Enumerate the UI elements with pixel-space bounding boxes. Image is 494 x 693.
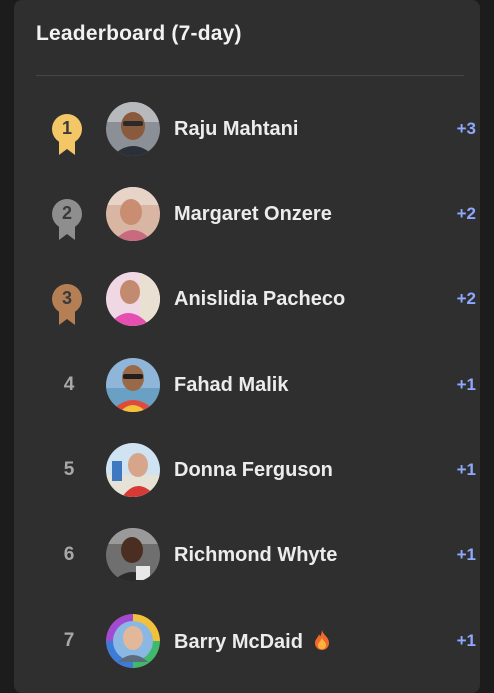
user-name[interactable]: Anislidia Pacheco — [174, 288, 345, 311]
header-divider — [36, 75, 464, 76]
leaderboard-row[interactable]: 6 Richmond Whyte +1 — [28, 526, 480, 586]
score: +3 — [456, 119, 476, 138]
avatar[interactable] — [106, 614, 160, 668]
gold-medal-icon: 1 — [50, 113, 84, 155]
rank-number: 3 — [61, 288, 72, 308]
rank-number: 4 — [63, 374, 75, 395]
score: +2 — [456, 204, 476, 223]
user-name[interactable]: Donna Ferguson — [174, 459, 333, 482]
rank-number: 2 — [61, 203, 72, 223]
user-name[interactable]: Margaret Onzere — [174, 203, 332, 226]
user-name[interactable]: Barry McDaid — [174, 630, 331, 656]
score: +1 — [456, 545, 476, 564]
bronze-medal-icon: 3 — [50, 283, 84, 325]
user-name[interactable]: Richmond Whyte — [174, 544, 337, 567]
leaderboard-row[interactable]: 4 Fahad Malik +1 — [28, 356, 480, 416]
leaderboard-panel: Leaderboard (7-day) 1 Raju Mahtani +3 2 … — [14, 0, 480, 693]
leaderboard-row[interactable]: 2 Margaret Onzere +2 — [28, 185, 480, 245]
rank-number: 6 — [63, 544, 75, 565]
silver-medal-icon: 2 — [50, 198, 84, 240]
user-name-text: Barry McDaid — [174, 631, 303, 653]
leaderboard-row[interactable]: 5 Donna Ferguson +1 — [28, 441, 480, 501]
leaderboard-title: Leaderboard (7-day) — [36, 22, 242, 45]
leaderboard-row[interactable]: 3 Anislidia Pacheco +2 — [28, 270, 480, 330]
leaderboard-row[interactable]: 7 Barry McDaid +1 — [28, 612, 480, 672]
avatar[interactable] — [106, 187, 160, 241]
leaderboard-row[interactable]: 1 Raju Mahtani +3 — [28, 100, 480, 160]
avatar[interactable] — [106, 272, 160, 326]
score: +2 — [456, 289, 476, 308]
score: +1 — [456, 375, 476, 394]
score: +1 — [456, 460, 476, 479]
avatar[interactable] — [106, 102, 160, 156]
user-name[interactable]: Fahad Malik — [174, 374, 288, 397]
user-name[interactable]: Raju Mahtani — [174, 118, 298, 141]
avatar[interactable] — [106, 528, 160, 582]
rank-number: 5 — [63, 459, 75, 480]
rank-number: 7 — [63, 630, 75, 651]
score: +1 — [456, 631, 476, 650]
rank-number: 1 — [61, 118, 72, 138]
avatar[interactable] — [106, 443, 160, 497]
fire-icon — [313, 630, 331, 656]
avatar[interactable] — [106, 358, 160, 412]
